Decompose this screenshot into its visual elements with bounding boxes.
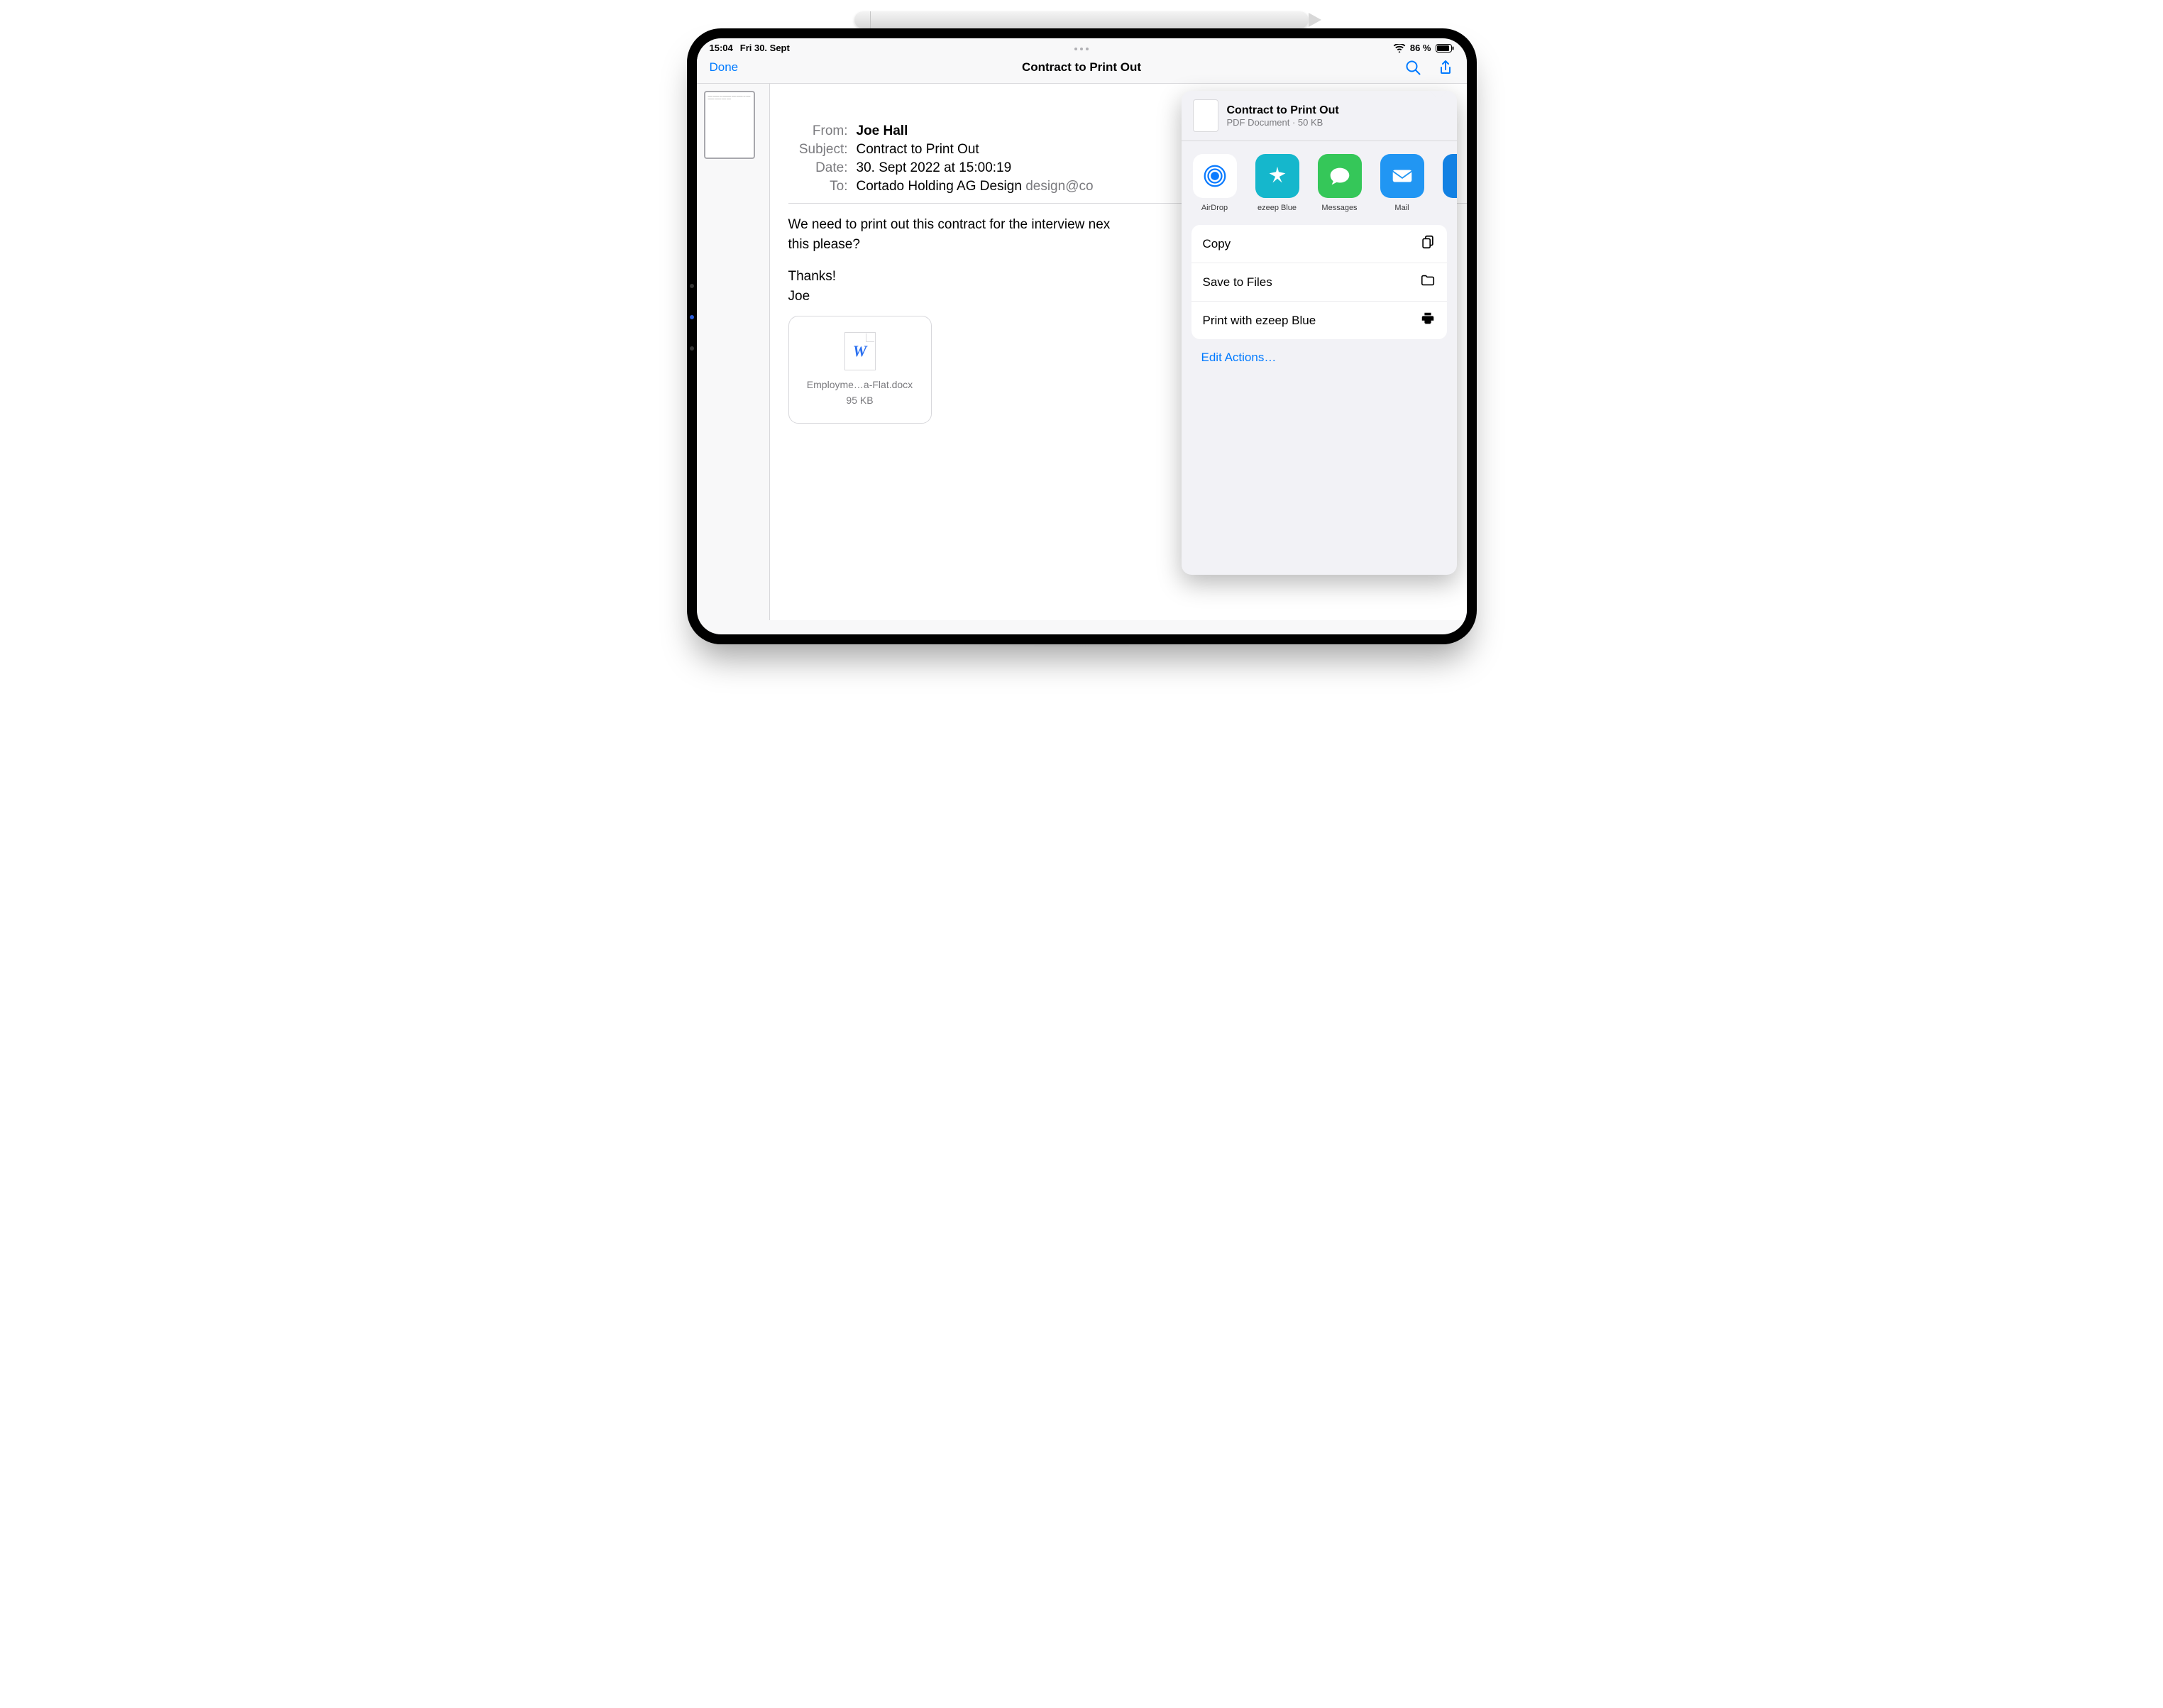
to-address: design@co [1025,179,1093,194]
done-button[interactable]: Done [710,60,739,75]
frame-dot [690,315,694,319]
battery-icon [1436,44,1454,53]
share-sheet-header: Contract to Print Out PDF Document · 50 … [1182,91,1457,141]
share-button[interactable] [1437,59,1454,76]
attachment-filename: Employme…a-Flat.docx [807,378,913,392]
date-label: Date: [788,160,848,176]
share-icon [1437,59,1454,76]
share-action-copy[interactable]: Copy [1191,225,1447,263]
status-time: 15:04 [710,43,733,53]
share-action-label: Save to Files [1203,275,1272,290]
share-sheet: Contract to Print Out PDF Document · 50 … [1182,91,1457,575]
status-date: Fri 30. Sept [740,43,790,53]
word-doc-icon: W [844,332,876,370]
frame-dot [690,346,694,351]
page-thumbnail[interactable]: ▬▬ ▬▬▬ ▬ ▬▬▬▬ ▬▬ ▬▬▬ ▬ ▬▬ ▬▬▬ ▬▬▬ ▬▬ ▬▬ [704,91,755,159]
thumbnail-rail: ▬▬ ▬▬▬ ▬ ▬▬▬▬ ▬▬ ▬▬▬ ▬ ▬▬ ▬▬▬ ▬▬▬ ▬▬ ▬▬ [697,84,769,620]
attachment-card[interactable]: W Employme…a-Flat.docx 95 KB [788,316,932,424]
outlook-icon: O [1443,154,1457,198]
search-button[interactable] [1404,59,1421,76]
screen: 15:04 Fri 30. Sept 86 % Done [697,38,1467,634]
page-title: Contract to Print Out [697,60,1467,75]
share-app-label: AirDrop [1201,204,1228,212]
ezeep-icon [1255,154,1299,198]
airdrop-icon [1193,154,1237,198]
to-name: Cortado Holding AG Design [857,179,1022,194]
share-apps-row[interactable]: AirDrop ezeep Blue Messages [1182,141,1457,219]
mail-icon [1380,154,1424,198]
frame-dot [690,284,694,288]
share-app-label: Mail [1394,204,1409,212]
copy-icon [1420,234,1436,253]
share-actions-group: Copy Save to Files Print with ezeep Blue [1191,225,1447,339]
multitasking-handle[interactable] [1070,45,1093,53]
share-doc-thumb [1193,99,1218,132]
edit-actions-link[interactable]: Edit Actions… [1182,339,1457,376]
subject-label: Subject: [788,142,848,158]
share-action-save-to-files[interactable]: Save to Files [1191,263,1447,302]
share-app-mail[interactable]: Mail [1380,154,1424,212]
apple-pencil [854,11,1309,28]
share-app-ezeep[interactable]: ezeep Blue [1255,154,1299,212]
from-label: From: [788,123,848,139]
nav-bar: Done Contract to Print Out [697,55,1467,84]
share-app-outlook[interactable]: O O [1443,154,1457,212]
to-label: To: [788,179,848,194]
share-app-airdrop[interactable]: AirDrop [1193,154,1237,212]
share-action-label: Copy [1203,237,1231,251]
share-action-print-ezeep[interactable]: Print with ezeep Blue [1191,302,1447,339]
messages-icon [1318,154,1362,198]
attachment-filesize: 95 KB [846,393,873,407]
search-icon [1404,59,1421,76]
ipad-frame: 15:04 Fri 30. Sept 86 % Done [687,28,1477,644]
share-title: Contract to Print Out [1227,104,1339,117]
share-app-messages[interactable]: Messages [1318,154,1362,212]
share-app-label: Messages [1321,204,1357,212]
printer-icon [1420,311,1436,330]
folder-icon [1420,272,1436,292]
status-battery-pct: 86 % [1410,43,1431,53]
share-action-label: Print with ezeep Blue [1203,314,1316,328]
share-app-label: ezeep Blue [1257,204,1297,212]
share-subtitle: PDF Document · 50 KB [1227,117,1339,128]
wifi-icon [1393,44,1406,53]
